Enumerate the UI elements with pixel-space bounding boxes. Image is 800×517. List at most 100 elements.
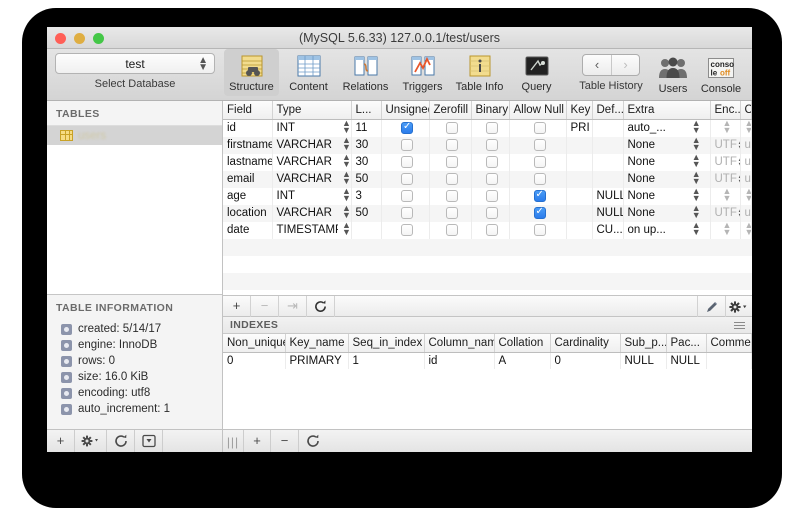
cell-encoding[interactable]: UTF▲▼ [710, 204, 741, 222]
cell-compressed[interactable] [751, 187, 752, 205]
unsigned-checkbox[interactable] [401, 155, 413, 168]
cell-compressed[interactable] [751, 170, 752, 188]
col-length[interactable]: L... [351, 101, 382, 120]
cell-compressed[interactable] [751, 119, 752, 137]
extra-stepper[interactable]: ▲ ▼ [679, 119, 711, 137]
cell-extra[interactable]: None [623, 188, 679, 205]
tab-table-info[interactable]: Table Info [452, 49, 507, 93]
zerofill-checkbox[interactable] [446, 206, 458, 219]
history-forward-button[interactable]: › [610, 55, 639, 75]
binary-checkbox[interactable] [486, 121, 498, 134]
type-stepper[interactable]: ▲ ▼ [338, 204, 352, 222]
cell-type[interactable]: VARCHAR [272, 170, 338, 188]
cell-length[interactable]: 11 [351, 119, 382, 137]
col-comment[interactable]: Comment [706, 334, 752, 353]
cell-zerofill[interactable] [429, 170, 472, 188]
allow-null-checkbox[interactable] [533, 172, 546, 185]
cell-extra[interactable]: None [623, 204, 679, 222]
unsigned-checkbox[interactable] [401, 120, 413, 134]
zerofill-checkbox[interactable] [446, 121, 458, 134]
cell-zerofill[interactable] [429, 136, 472, 154]
cell-type[interactable]: VARCHAR [272, 136, 338, 154]
cell-binary[interactable] [471, 136, 510, 154]
cell-collation[interactable]: ▲▼ [740, 119, 752, 137]
refresh-tables-button[interactable] [107, 430, 135, 452]
cell-binary[interactable] [471, 187, 510, 205]
cell-extra[interactable]: None [623, 170, 679, 188]
type-stepper[interactable]: ▲ ▼ [338, 170, 352, 188]
extra-stepper[interactable]: ▲ ▼ [679, 136, 711, 154]
type-stepper[interactable]: ▲ ▼ [338, 187, 352, 205]
cell-zerofill[interactable] [429, 221, 472, 239]
extra-stepper[interactable]: ▲ ▼ [679, 187, 711, 205]
cell-unsigned[interactable] [381, 187, 430, 205]
allow-null-checkbox[interactable] [533, 205, 546, 219]
col-packed[interactable]: Pac... [666, 334, 707, 353]
cell-collation[interactable]: utf▲▼ [740, 170, 752, 188]
unsigned-checkbox[interactable] [401, 189, 413, 202]
cell-collation[interactable]: utf▲▼ [740, 204, 752, 222]
cell-allow-null[interactable] [509, 119, 567, 137]
table-row[interactable]: firstname VARCHAR ▲ ▼ 30 None ▲ ▼ UTF u [223, 136, 752, 154]
cell-allow-null[interactable] [509, 221, 567, 239]
col-zerofill[interactable]: Zerofill [429, 101, 472, 120]
tab-relations[interactable]: Relations [338, 49, 393, 93]
allow-null-checkbox[interactable] [533, 121, 546, 134]
cell-extra[interactable]: auto_... [623, 119, 679, 137]
cell-allow-null[interactable] [509, 187, 567, 205]
table-row[interactable]: email VARCHAR ▲ ▼ 50 None ▲ ▼ UTF u [223, 170, 752, 188]
cell-allow-null[interactable] [509, 153, 567, 171]
cell-extra[interactable]: None [623, 154, 679, 171]
cell-encoding[interactable]: UTF▲▼ [710, 170, 741, 188]
refresh-index-button[interactable] [299, 430, 327, 452]
allow-null-checkbox[interactable] [533, 155, 546, 168]
extra-stepper[interactable]: ▲ ▼ [679, 153, 711, 171]
cell-binary[interactable] [471, 170, 510, 188]
cell-field[interactable]: location [223, 204, 273, 222]
cell-compressed[interactable] [751, 153, 752, 171]
col-allow-null[interactable]: Allow Null [509, 101, 567, 120]
table-row[interactable]: age INT ▲▼ 3 NULL None ▲▼ ▲ [223, 187, 752, 205]
col-compressed[interactable]: C [751, 101, 752, 120]
cell-type[interactable]: INT [272, 119, 338, 137]
cell-default[interactable] [592, 170, 624, 188]
allow-null-checkbox[interactable] [533, 188, 546, 202]
cell-unsigned[interactable] [381, 136, 430, 154]
zerofill-checkbox[interactable] [446, 155, 458, 168]
zerofill-checkbox[interactable] [446, 138, 458, 151]
type-stepper[interactable]: ▲ ▼ [338, 136, 352, 154]
table-row[interactable]: date TIMESTAMP ▲ ▼ CU... on up... ▲ ▼ ▲ … [223, 221, 752, 239]
type-stepper[interactable]: ▲ ▼ [338, 153, 352, 171]
zerofill-checkbox[interactable] [446, 189, 458, 202]
cell-field[interactable]: age [223, 187, 273, 205]
cell-length[interactable]: 50 [351, 170, 382, 188]
sidebar-item-users[interactable]: users [47, 126, 222, 145]
cell-encoding[interactable]: UTF▲▼ [710, 136, 741, 154]
unsigned-checkbox[interactable] [401, 206, 413, 219]
cell-unsigned[interactable] [381, 119, 430, 137]
unsigned-checkbox[interactable] [401, 223, 413, 236]
add-index-button[interactable]: + [243, 430, 271, 452]
field-actions-button[interactable] [726, 296, 752, 317]
col-seq-in-index[interactable]: Seq_in_index [348, 334, 425, 353]
binary-checkbox[interactable] [486, 172, 498, 185]
cell-extra[interactable]: None [623, 136, 679, 154]
cell-unsigned[interactable] [381, 153, 430, 171]
tab-content[interactable]: Content [281, 49, 336, 93]
extra-stepper[interactable]: ▲ ▼ [679, 170, 711, 188]
col-column-name[interactable]: Column_name [424, 334, 495, 353]
binary-checkbox[interactable] [486, 223, 498, 236]
cell-length[interactable]: 30 [351, 136, 382, 154]
cell-default[interactable]: NULL [592, 204, 624, 222]
type-stepper[interactable]: ▲ ▼ [338, 119, 352, 137]
close-icon[interactable] [55, 33, 66, 44]
cell-binary[interactable] [471, 119, 510, 137]
cell-unsigned[interactable] [381, 170, 430, 188]
col-cardinality[interactable]: Cardinality [550, 334, 621, 353]
cell-default[interactable]: NULL [592, 187, 624, 205]
tab-query[interactable]: Query [509, 49, 564, 93]
cell-type[interactable]: VARCHAR [272, 204, 338, 222]
zoom-icon[interactable] [93, 33, 104, 44]
col-collation[interactable]: Co... [740, 101, 752, 120]
cell-binary[interactable] [471, 153, 510, 171]
